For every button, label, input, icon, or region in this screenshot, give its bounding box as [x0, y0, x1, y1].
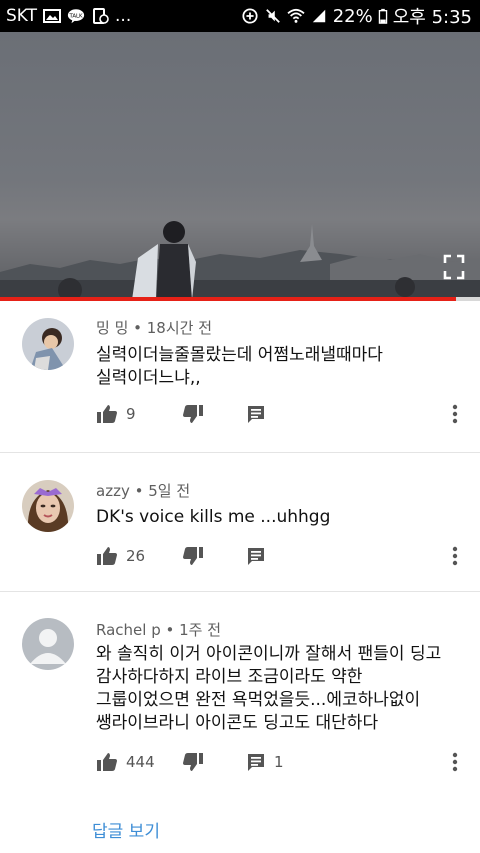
like-button[interactable]: 26: [96, 546, 145, 566]
default-avatar-icon: [22, 618, 74, 670]
thumbs-down-icon: [183, 405, 203, 423]
comment-meta: Rachel p • 1주 전: [96, 621, 222, 639]
carrier-label: SKT: [6, 6, 38, 26]
comment-body-line: 감사하다하지 라이브 조금이라도 약한: [96, 667, 363, 687]
comment-actions: 444 1: [0, 752, 480, 780]
comment-author[interactable]: azzy: [96, 482, 130, 500]
reply-icon: [248, 754, 264, 771]
divider: [0, 591, 480, 592]
video-frame: [0, 221, 480, 300]
fullscreen-icon[interactable]: [443, 254, 465, 280]
comment-actions: 26: [0, 546, 480, 574]
video-progress-bar[interactable]: [0, 297, 480, 301]
avatar[interactable]: [22, 480, 74, 532]
reply-count: 1: [274, 753, 284, 771]
comment-meta: azzy • 5일 전: [96, 482, 191, 500]
video-player[interactable]: [0, 32, 480, 300]
avatar[interactable]: [22, 618, 74, 670]
reply-icon: [248, 406, 264, 423]
comment-body-line: 그룹이었으면 완전 욕먹었을듯...에코하나없이: [96, 690, 421, 710]
like-count: 26: [126, 547, 146, 565]
comment-body: 실력이더늘줄몰랐는데 어쩜노래낼때마다 실력이더느냐,,: [96, 344, 466, 390]
clock: 오후 5:35: [392, 7, 472, 28]
status-bar: SKT TALK ... 22% 오후 5:35: [0, 0, 480, 32]
reply-icon: [248, 548, 264, 565]
talk-icon: TALK: [67, 9, 85, 24]
more-options-button[interactable]: [452, 752, 458, 772]
reply-button[interactable]: 1: [246, 752, 284, 772]
reply-button[interactable]: [246, 404, 274, 424]
thumbs-down-icon: [183, 547, 203, 565]
comment-body-line: DK's voice kills me ...uhhgg: [96, 507, 331, 527]
comment-body-line: 실력이더늘줄몰랐는데 어쩜노래낼때마다: [96, 345, 383, 365]
dislike-button[interactable]: [182, 546, 204, 566]
more-options-button[interactable]: [452, 546, 458, 566]
comment-body: DK's voice kills me ...uhhgg: [96, 506, 466, 529]
comment-body-line: 실력이더느냐,,: [96, 368, 201, 388]
data-saver-icon: [242, 8, 258, 24]
like-count: 444: [126, 753, 155, 771]
comment-time: 5일 전: [148, 482, 191, 500]
more-vert-icon: [452, 404, 458, 424]
reply-button[interactable]: [246, 546, 274, 566]
dislike-button[interactable]: [182, 752, 204, 772]
avatar[interactable]: [22, 318, 74, 370]
more-notifications: ...: [115, 6, 132, 26]
like-button[interactable]: 444: [96, 752, 155, 772]
comment-author[interactable]: Rachel p: [96, 621, 161, 639]
comment-body-line: 쌩라이브라니 아이콘도 딩고도 대단하다: [96, 713, 379, 733]
video-progress-fill: [0, 297, 456, 301]
screen-record-icon: [93, 8, 109, 24]
battery-percent: 22%: [332, 5, 373, 27]
dislike-button[interactable]: [182, 404, 204, 424]
thumbs-up-icon: [97, 753, 117, 771]
mute-icon: [265, 9, 280, 23]
comment-meta: 밍 밍 • 18시간 전: [96, 319, 213, 337]
image-icon: [43, 9, 62, 23]
more-options-button[interactable]: [452, 404, 458, 424]
comment-time: 18시간 전: [146, 319, 213, 337]
comment-body: 와 솔직히 이거 아이콘이니까 잘해서 팬들이 딩고 감사하다하지 라이브 조금…: [96, 643, 466, 735]
divider: [0, 452, 480, 453]
comment-body-line: 와 솔직히 이거 아이콘이니까 잘해서 팬들이 딩고: [96, 644, 442, 664]
thumbs-down-icon: [183, 753, 203, 771]
thumbs-up-icon: [97, 547, 117, 565]
view-replies-link[interactable]: 답글 보기: [92, 817, 160, 842]
signal-icon: [312, 9, 325, 23]
svg-text:TALK: TALK: [68, 13, 83, 19]
battery-icon: [378, 8, 387, 24]
like-count: 9: [126, 405, 136, 423]
comment-actions: 9: [0, 404, 480, 432]
wifi-icon: [287, 8, 305, 23]
more-vert-icon: [452, 752, 458, 772]
comment-author[interactable]: 밍 밍: [96, 319, 128, 337]
thumbs-up-icon: [97, 405, 117, 423]
more-vert-icon: [452, 546, 458, 566]
comment-time: 1주 전: [179, 621, 222, 639]
like-button[interactable]: 9: [96, 404, 136, 424]
